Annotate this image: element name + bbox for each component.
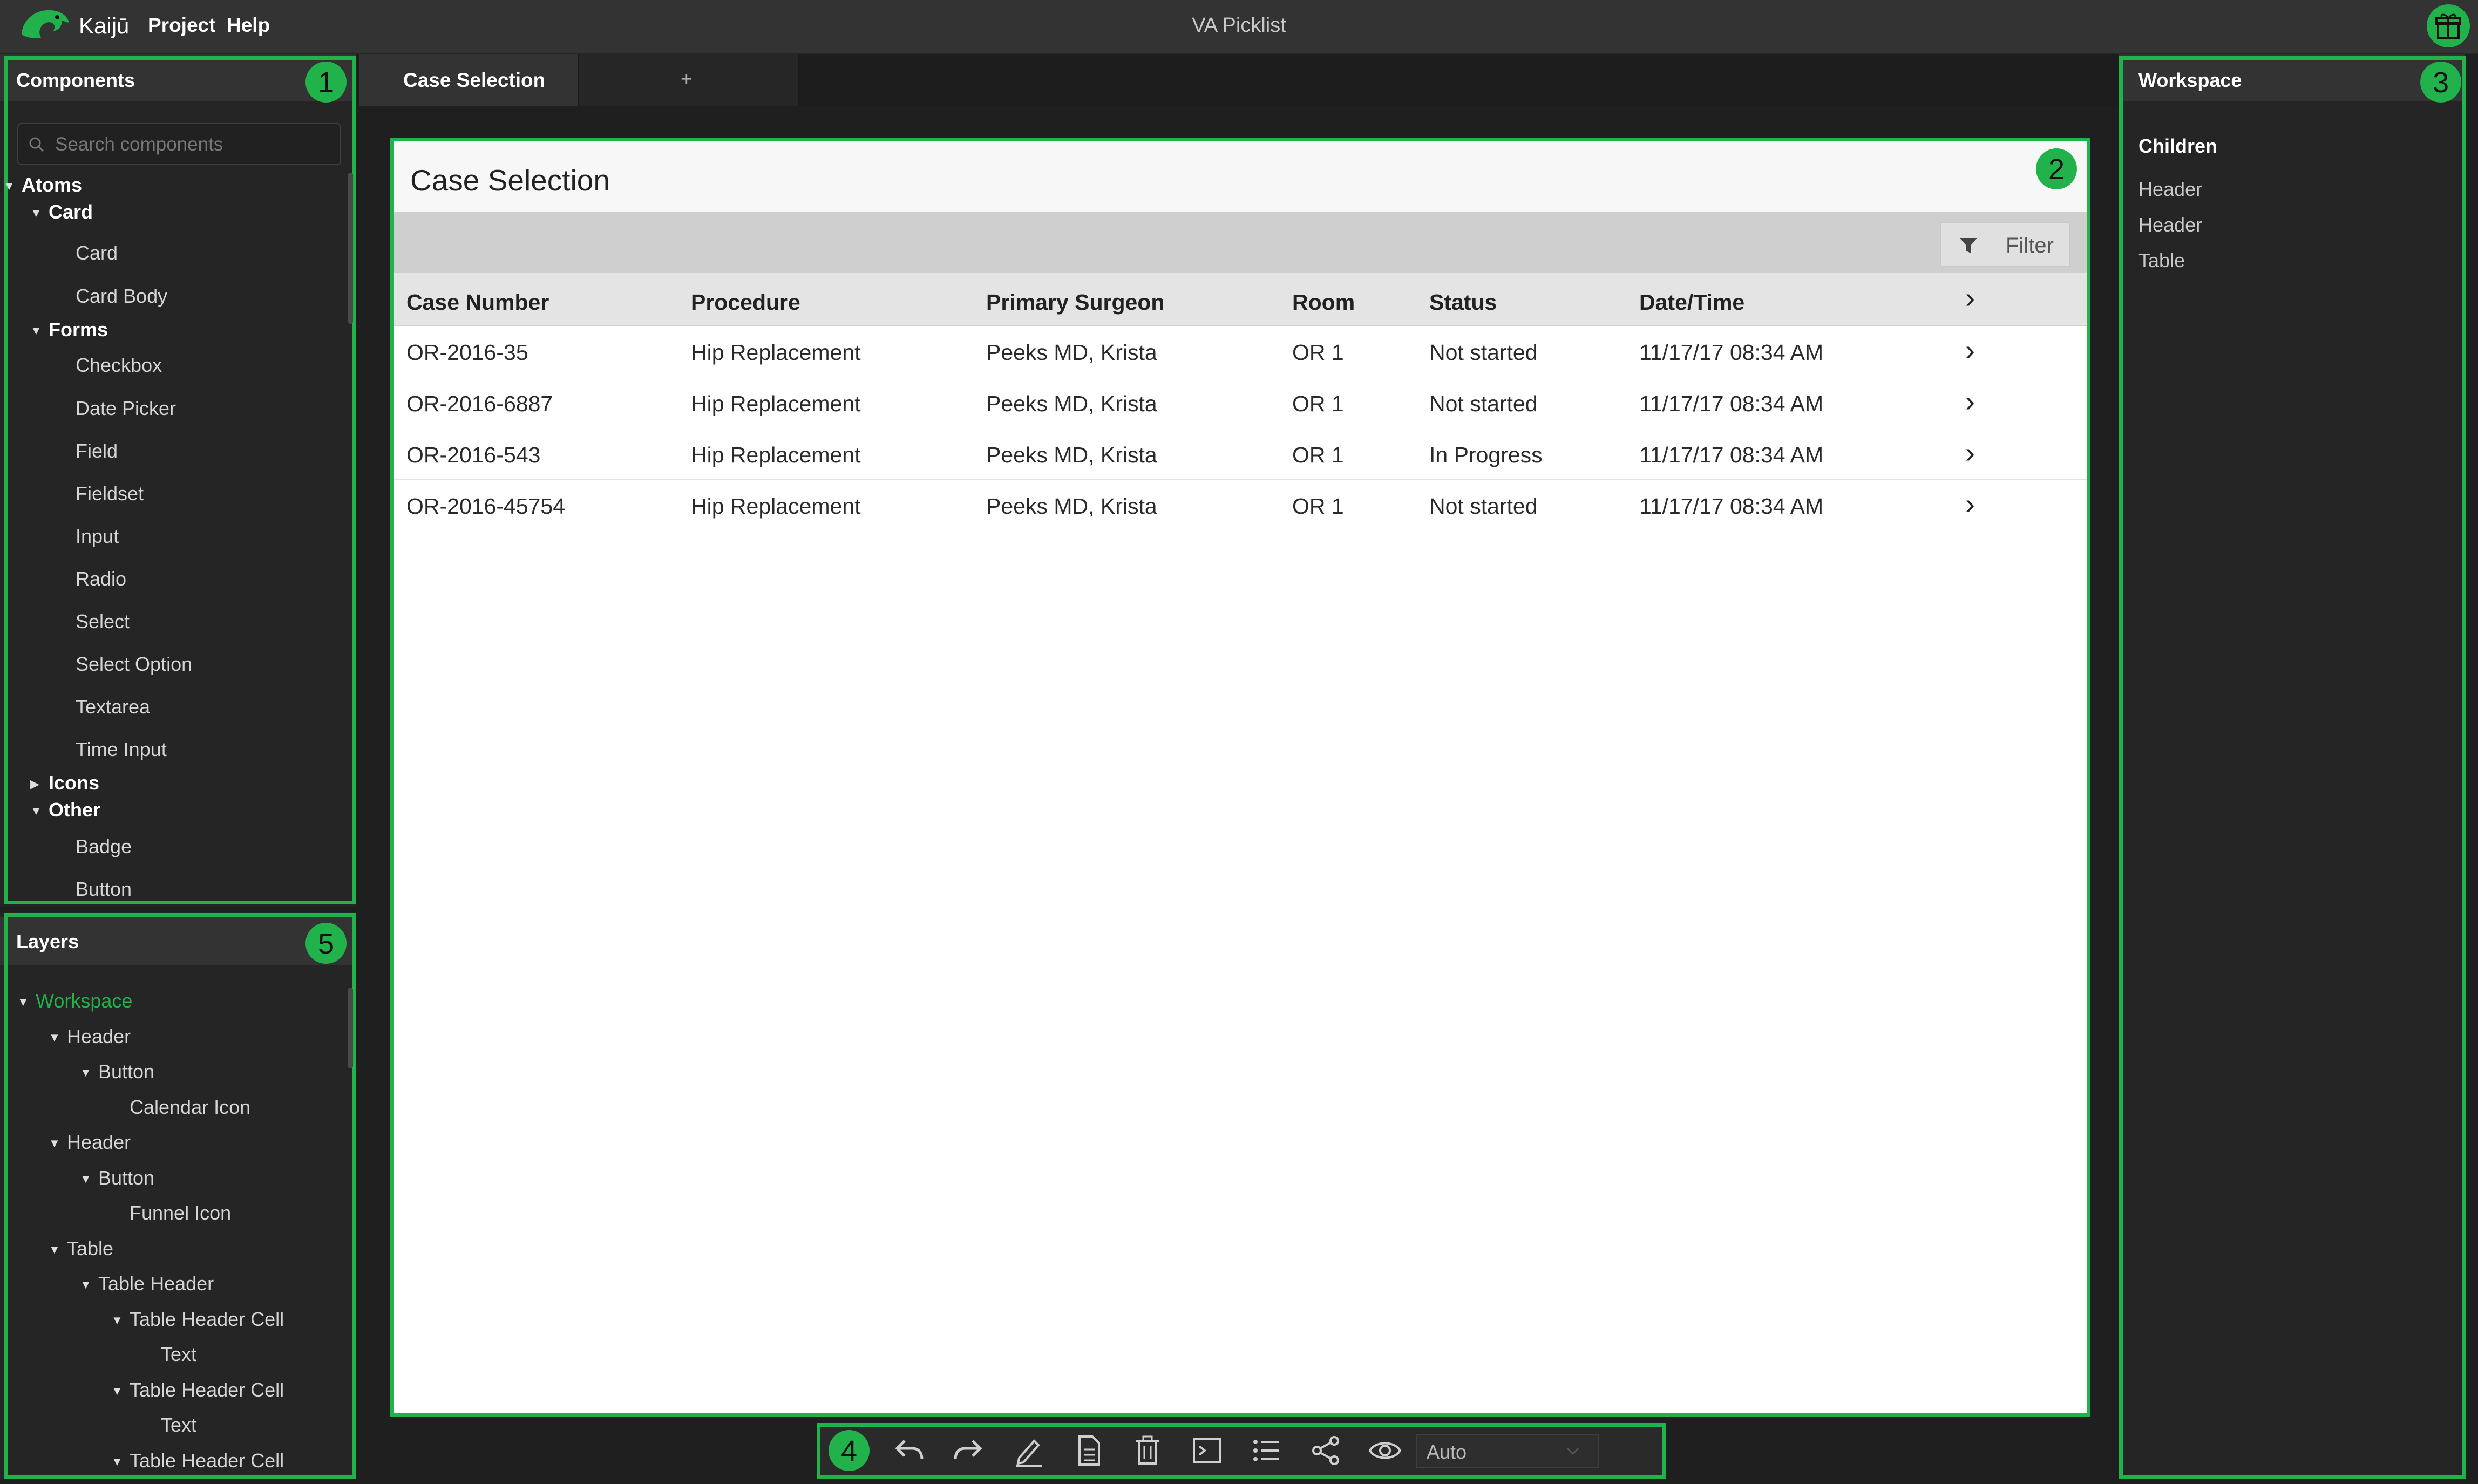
component-date-picker[interactable]: Date Picker xyxy=(76,397,176,420)
eye-icon[interactable] xyxy=(1368,1433,1402,1468)
layer-button[interactable]: Button xyxy=(98,1167,154,1189)
caret-right-icon[interactable]: ▶ xyxy=(30,777,39,791)
chevron-down-icon xyxy=(1566,1447,1579,1455)
annotation-badge-4: 4 xyxy=(829,1430,870,1471)
caret-down-icon[interactable]: ▼ xyxy=(30,324,42,338)
caret-down-icon[interactable]: ▼ xyxy=(49,1031,60,1045)
children-heading: Children xyxy=(2138,135,2218,157)
component-atoms[interactable]: Atoms xyxy=(22,174,82,196)
search-placeholder: Search components xyxy=(55,134,223,155)
component-card-body[interactable]: Card Body xyxy=(76,285,167,308)
component-input[interactable]: Input xyxy=(76,525,119,548)
annotation-badge-1: 1 xyxy=(305,62,347,103)
tab-label: Case Selection xyxy=(403,69,546,91)
component-field[interactable]: Field xyxy=(76,440,118,462)
annotation-badge-2: 2 xyxy=(2036,148,2077,189)
caret-down-icon[interactable]: ▼ xyxy=(111,1313,123,1328)
child-item-header[interactable]: Header xyxy=(2138,178,2202,201)
gift-icon xyxy=(2435,13,2461,39)
child-item-table[interactable]: Table xyxy=(2138,249,2185,272)
caret-down-icon[interactable]: ▼ xyxy=(49,1136,60,1151)
add-tab-button[interactable]: + xyxy=(578,54,799,106)
component-badge[interactable]: Badge xyxy=(76,835,132,858)
tab-case-selection[interactable]: Case Selection xyxy=(359,54,578,106)
trash-icon[interactable] xyxy=(1130,1433,1165,1468)
component-fieldset[interactable]: Fieldset xyxy=(76,482,144,505)
undo-icon[interactable] xyxy=(892,1433,926,1468)
child-item-header[interactable]: Header xyxy=(2138,214,2202,236)
terminal-icon[interactable] xyxy=(1190,1433,1224,1468)
layer-button[interactable]: Button xyxy=(98,1060,154,1083)
layer-text[interactable]: Text xyxy=(161,1414,196,1437)
caret-down-icon[interactable]: ▼ xyxy=(30,206,42,220)
layer-table-header-cell[interactable]: Table Header Cell xyxy=(130,1379,284,1401)
caret-down-icon[interactable]: ▼ xyxy=(80,1066,92,1080)
component-textarea[interactable]: Textarea xyxy=(76,696,150,718)
component-radio[interactable]: Radio xyxy=(76,568,126,590)
component-icons[interactable]: Icons xyxy=(49,772,99,794)
component-button[interactable]: Button xyxy=(76,878,132,901)
plus-icon: + xyxy=(681,68,693,90)
search-icon xyxy=(29,137,44,152)
caret-down-icon[interactable]: ▼ xyxy=(80,1172,92,1186)
layer-header[interactable]: Header xyxy=(67,1131,131,1154)
layer-funnel-icon[interactable]: Funnel Icon xyxy=(130,1202,231,1224)
layer-calendar-icon[interactable]: Calendar Icon xyxy=(130,1096,250,1119)
redo-icon[interactable] xyxy=(951,1433,986,1468)
layer-workspace[interactable]: Workspace xyxy=(36,990,132,1012)
pencil-icon[interactable] xyxy=(1011,1433,1046,1468)
component-other[interactable]: Other xyxy=(49,799,100,821)
app-title: VA Picklist xyxy=(1192,14,1286,37)
layer-table-header-cell[interactable]: Table Header Cell xyxy=(130,1449,284,1472)
caret-down-icon[interactable]: ▼ xyxy=(49,1243,60,1257)
list-icon[interactable] xyxy=(1249,1433,1284,1468)
component-card[interactable]: Card xyxy=(49,201,93,223)
layer-header[interactable]: Header xyxy=(67,1025,131,1048)
layer-text[interactable]: Text xyxy=(161,1343,196,1366)
caret-down-icon[interactable]: ▼ xyxy=(111,1384,123,1398)
caret-down-icon[interactable]: ▼ xyxy=(111,1455,123,1469)
component-card[interactable]: Card xyxy=(76,242,118,264)
caret-down-icon[interactable]: ▼ xyxy=(80,1278,92,1292)
component-select[interactable]: Select xyxy=(76,610,130,633)
component-time-input[interactable]: Time Input xyxy=(76,738,167,761)
document-icon[interactable] xyxy=(1071,1433,1105,1468)
zoom-select-value: Auto xyxy=(1427,1441,1467,1463)
components-scrollbar[interactable] xyxy=(348,173,353,324)
caret-down-icon[interactable]: ▼ xyxy=(30,804,42,818)
component-select-option[interactable]: Select Option xyxy=(76,653,192,676)
layer-table-header[interactable]: Table Header xyxy=(98,1272,214,1295)
caret-down-icon[interactable]: ▼ xyxy=(17,995,29,1009)
share-icon[interactable] xyxy=(1308,1433,1343,1468)
highlight-box-2 xyxy=(390,138,2090,1417)
component-forms[interactable]: Forms xyxy=(49,318,108,341)
annotation-badge-3: 3 xyxy=(2420,62,2461,103)
layers-scrollbar[interactable] xyxy=(348,988,353,1068)
caret-down-icon[interactable]: ▼ xyxy=(3,179,15,193)
component-checkbox[interactable]: Checkbox xyxy=(76,354,162,377)
gift-button[interactable] xyxy=(2427,4,2470,47)
layer-table-header-cell[interactable]: Table Header Cell xyxy=(130,1308,284,1331)
annotation-badge-5: 5 xyxy=(305,923,347,964)
layer-table[interactable]: Table xyxy=(67,1237,113,1260)
